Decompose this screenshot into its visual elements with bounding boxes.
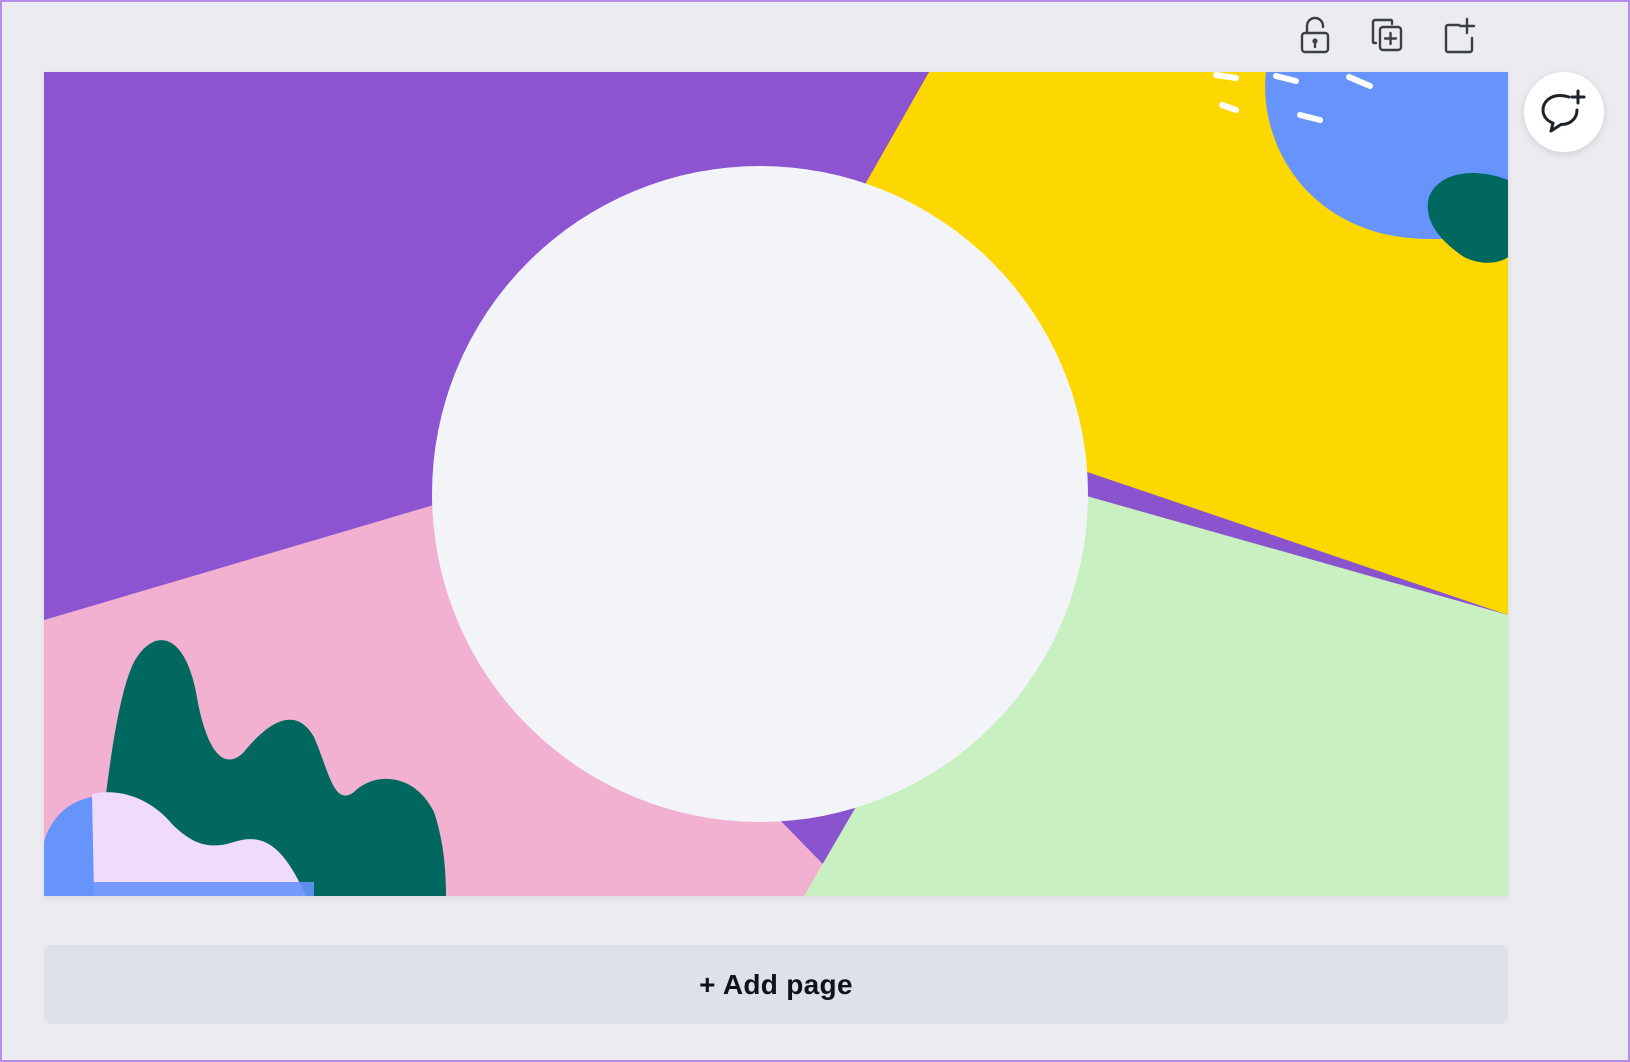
page-toolbar <box>1296 12 1478 58</box>
duplicate-page-button[interactable] <box>1368 12 1406 58</box>
unlock-button[interactable] <box>1296 12 1334 58</box>
duplicate-page-icon <box>1371 18 1403 52</box>
editor-frame: + Add page <box>0 0 1630 1062</box>
unlock-icon <box>1300 16 1330 54</box>
white-circle <box>432 166 1088 822</box>
add-comment-button[interactable] <box>1524 72 1604 152</box>
add-page-label: + Add page <box>699 968 853 1000</box>
canvas-artwork <box>44 72 1508 896</box>
add-page-icon <box>1444 17 1476 54</box>
design-canvas[interactable] <box>44 72 1508 896</box>
add-page-icon-button[interactable] <box>1440 12 1478 58</box>
add-page-button[interactable]: + Add page <box>44 945 1508 1024</box>
add-comment-icon <box>1541 89 1586 133</box>
